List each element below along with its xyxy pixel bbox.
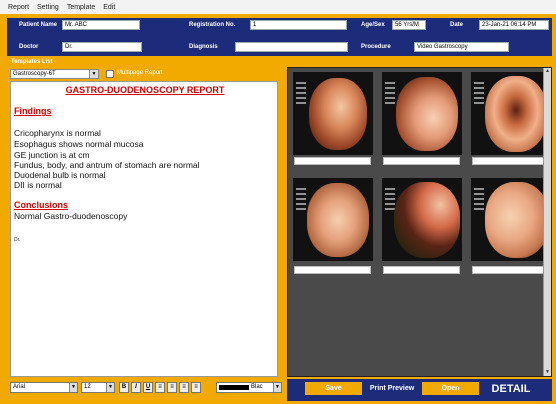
- scroll-up-icon[interactable]: ▲: [544, 68, 551, 75]
- multipage-checkbox[interactable]: [106, 70, 114, 78]
- overlay-text: [296, 82, 306, 116]
- overlay-text: [474, 82, 484, 116]
- font-color-select[interactable]: Blac ▼: [216, 382, 282, 393]
- align-center-icon[interactable]: ≡: [167, 382, 177, 393]
- overlay-text: [474, 188, 484, 222]
- patient-header: Patient Name Mr. ABC Registration No. 1 …: [0, 14, 556, 60]
- finding-line: DII is normal: [14, 180, 62, 190]
- template-selected-value: Gastroscopy-6T: [13, 71, 56, 77]
- report-editor[interactable]: GASTRO-DUODENOSCOPY REPORT Findings Cric…: [10, 81, 278, 377]
- gallery-scrollbar[interactable]: ▲ ▼: [543, 68, 551, 376]
- endoscopy-image-4[interactable]: [293, 178, 373, 261]
- endoscopy-image-2[interactable]: [382, 72, 462, 155]
- date-label: Date: [450, 22, 464, 28]
- conclusions-heading: Conclusions: [14, 200, 69, 210]
- detail-button[interactable]: DETAIL: [481, 380, 541, 398]
- image-gallery[interactable]: ▲ ▼: [287, 67, 552, 377]
- image-caption-5[interactable]: [383, 266, 460, 274]
- font-size-value: 12: [84, 384, 91, 390]
- report-title: GASTRO-DUODENOSCOPY REPORT: [65, 85, 225, 95]
- image-caption-1[interactable]: [294, 157, 371, 165]
- font-color-value: Blac: [251, 384, 263, 390]
- templates-list-label: Templates List: [11, 59, 53, 65]
- registration-field[interactable]: 1: [250, 20, 347, 30]
- format-toolbar: Arial ▼ 12 ▼ B I U ≡ ≡ ≡ ≡ Blac ▼: [10, 382, 282, 394]
- align-left-icon[interactable]: ≡: [155, 382, 165, 393]
- justify-icon[interactable]: ≡: [191, 382, 201, 393]
- template-select[interactable]: Gastroscopy-6T ▼: [10, 69, 99, 79]
- finding-line: Esophagus shows normal mucosa: [14, 139, 144, 149]
- age-sex-field[interactable]: 56 Yrs/M: [392, 20, 426, 30]
- chevron-down-icon[interactable]: ▼: [106, 383, 114, 392]
- multipage-label: Multipage Report: [117, 70, 163, 76]
- chevron-down-icon[interactable]: ▼: [89, 70, 98, 78]
- finding-line: Fundus, body, and antrum of stomach are …: [14, 160, 200, 170]
- font-value: Arial: [13, 384, 26, 390]
- menu-report[interactable]: Report: [8, 4, 29, 11]
- doctor-label: Doctor: [19, 44, 39, 50]
- doctor-field[interactable]: Dr.: [62, 42, 142, 52]
- chevron-down-icon[interactable]: ▼: [69, 383, 77, 392]
- font-size-select[interactable]: 12 ▼: [81, 382, 115, 393]
- menu-bar: Report Setting Template Edit: [0, 0, 556, 14]
- procedure-field[interactable]: Video Gastroscopy: [414, 42, 509, 52]
- image-caption-2[interactable]: [383, 157, 460, 165]
- diagnosis-label: Diagnosis: [189, 44, 218, 50]
- finding-line: Cricopharynx is normal: [14, 128, 101, 138]
- patient-name-label: Patient Name: [19, 22, 58, 28]
- color-swatch: [219, 385, 249, 390]
- conclusion-line: Normal Gastro-duodenoscopy: [14, 211, 128, 221]
- menu-setting[interactable]: Setting: [37, 4, 59, 11]
- underline-button[interactable]: U: [143, 382, 153, 393]
- save-button[interactable]: Save: [305, 382, 362, 395]
- patient-info-panel: Patient Name Mr. ABC Registration No. 1 …: [7, 18, 552, 56]
- endoscopy-image-5[interactable]: [382, 178, 462, 261]
- scroll-down-icon[interactable]: ▼: [544, 369, 551, 376]
- overlay-text: [385, 82, 395, 116]
- procedure-label: Procedure: [361, 44, 391, 50]
- registration-label: Registration No.: [189, 22, 236, 28]
- image-caption-6[interactable]: [472, 266, 549, 274]
- align-right-icon[interactable]: ≡: [179, 382, 189, 393]
- age-sex-label: Age/Sex: [361, 22, 385, 28]
- endoscopy-image-3[interactable]: [471, 72, 551, 155]
- print-preview-button[interactable]: Print Preview: [362, 382, 422, 395]
- finding-line: GE junction is at cm: [14, 150, 90, 160]
- date-field[interactable]: 23-Jan-21 06:14 PM: [479, 20, 549, 30]
- image-caption-3[interactable]: [472, 157, 549, 165]
- menu-edit[interactable]: Edit: [103, 4, 115, 11]
- italic-button[interactable]: I: [131, 382, 141, 393]
- endoscopy-image-1[interactable]: [293, 72, 373, 155]
- image-caption-4[interactable]: [294, 266, 371, 274]
- overlay-text: [296, 188, 306, 222]
- endoscopy-image-6[interactable]: [471, 178, 551, 261]
- diagnosis-field[interactable]: [235, 42, 348, 52]
- chevron-down-icon[interactable]: ▼: [273, 383, 281, 392]
- menu-template[interactable]: Template: [67, 4, 95, 11]
- findings-heading: Findings: [14, 106, 52, 116]
- finding-line: Duodenal bulb is normal: [14, 170, 106, 180]
- bold-button[interactable]: B: [119, 382, 129, 393]
- patient-name-field[interactable]: Mr. ABC: [62, 20, 140, 30]
- open-button[interactable]: Open: [422, 382, 479, 395]
- font-select[interactable]: Arial ▼: [10, 382, 78, 393]
- signature-text: Dr.: [14, 237, 21, 243]
